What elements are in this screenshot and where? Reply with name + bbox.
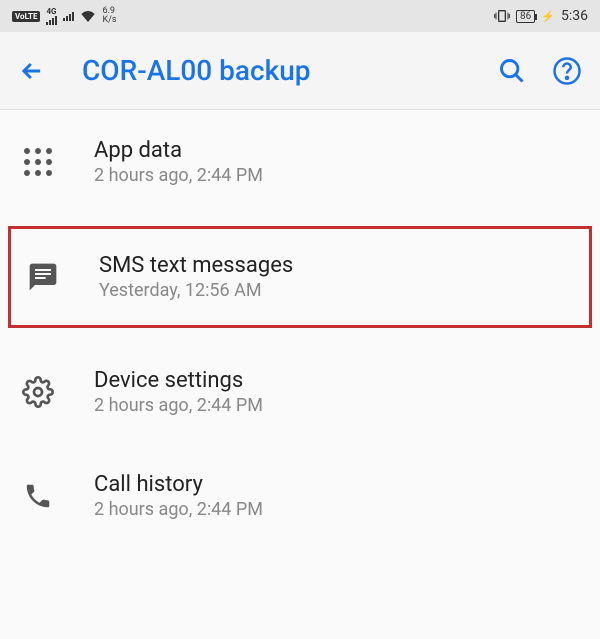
backup-list: App data 2 hours ago, 2:44 PM SMS text m… [0, 110, 600, 548]
item-text: App data 2 hours ago, 2:44 PM [94, 138, 263, 186]
status-right: 86 ⚡ 5:36 [494, 8, 588, 24]
item-title: Device settings [94, 368, 263, 393]
app-bar: COR-AL00 backup [0, 32, 600, 110]
back-button[interactable] [18, 57, 46, 85]
help-icon [552, 56, 582, 86]
item-text: Device settings 2 hours ago, 2:44 PM [94, 368, 263, 416]
item-subtitle: Yesterday, 12:56 AM [99, 280, 293, 301]
phone-icon [20, 478, 56, 514]
item-title: Call history [94, 472, 263, 497]
status-left: VoLTE 4G 6.9 K/s [12, 7, 116, 25]
search-icon [498, 57, 526, 85]
item-subtitle: 2 hours ago, 2:44 PM [94, 499, 263, 520]
sms-icon [25, 259, 61, 295]
network-indicator: 4G [46, 8, 57, 25]
signal-bars-icon [63, 12, 74, 21]
gear-icon [20, 374, 56, 410]
item-text: Call history 2 hours ago, 2:44 PM [94, 472, 263, 520]
clock: 5:36 [561, 8, 588, 24]
apps-icon [20, 144, 56, 180]
list-item-sms[interactable]: SMS text messages Yesterday, 12:56 AM [8, 226, 592, 328]
page-title: COR-AL00 backup [82, 54, 472, 87]
status-bar: VoLTE 4G 6.9 K/s 86 ⚡ 5:36 [0, 0, 600, 32]
data-speed: 6.9 K/s [102, 7, 116, 25]
volte-badge: VoLTE [12, 11, 40, 22]
item-title: App data [94, 138, 263, 163]
arrow-left-icon [18, 57, 46, 85]
list-item-device-settings[interactable]: Device settings 2 hours ago, 2:44 PM [0, 340, 600, 444]
list-item-call-history[interactable]: Call history 2 hours ago, 2:44 PM [0, 444, 600, 548]
search-button[interactable] [498, 57, 526, 85]
list-item-app-data[interactable]: App data 2 hours ago, 2:44 PM [0, 110, 600, 214]
wifi-icon [80, 10, 96, 22]
item-title: SMS text messages [99, 253, 293, 278]
battery-indicator: 86 [516, 10, 535, 23]
help-button[interactable] [552, 56, 582, 86]
item-text: SMS text messages Yesterday, 12:56 AM [99, 253, 293, 301]
item-subtitle: 2 hours ago, 2:44 PM [94, 165, 263, 186]
item-subtitle: 2 hours ago, 2:44 PM [94, 395, 263, 416]
signal-bars-icon [46, 16, 57, 25]
vibrate-icon [494, 9, 510, 23]
charging-icon: ⚡ [541, 10, 555, 23]
